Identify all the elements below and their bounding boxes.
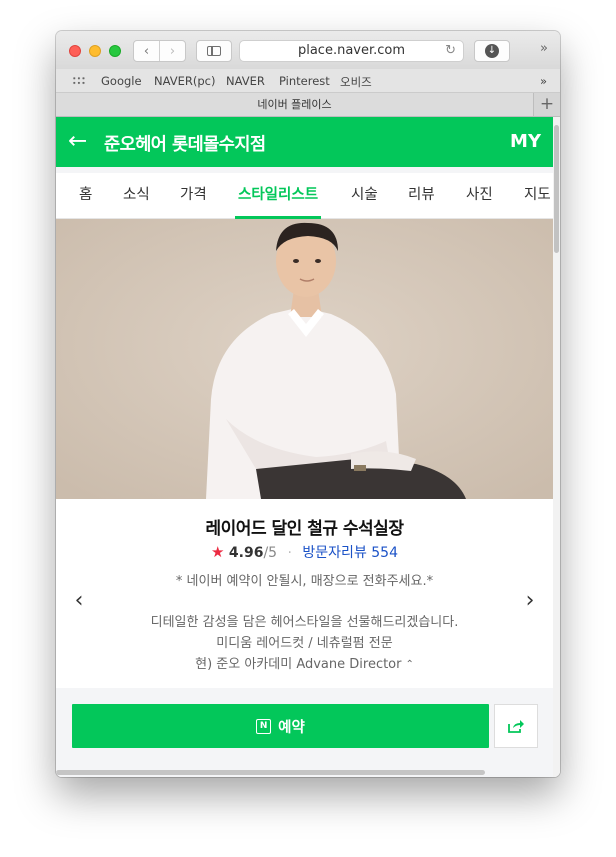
url-text: place.naver.com <box>297 43 406 58</box>
forward-nav-button[interactable]: › <box>160 44 185 59</box>
bookmark-naver[interactable]: NAVER <box>226 74 265 88</box>
tab-news[interactable]: 소식 <box>123 173 150 218</box>
vertical-scrollbar-thumb[interactable] <box>554 125 559 253</box>
back-arrow-icon[interactable]: ← <box>68 128 87 154</box>
place-tabs: 홈 소식 가격 스타일리스트 시술 리뷰 사진 지도 <box>56 173 553 219</box>
page-title: 준오헤어 롯데몰수지점 <box>104 135 266 155</box>
stylist-info: 레이어드 달인 철규 수석실장 ★ 4.96/5 · 방문자리뷰 554 * 네… <box>56 499 553 688</box>
tab-photo[interactable]: 사진 <box>466 173 493 218</box>
reload-icon[interactable]: ↻ <box>445 41 456 61</box>
stylist-name: 레이어드 달인 철규 수석실장 <box>205 519 404 539</box>
zoom-window-button[interactable] <box>109 45 121 57</box>
star-icon: ★ <box>210 543 225 561</box>
address-bar[interactable]: place.naver.com ↻ <box>239 40 464 62</box>
toolbar-overflow-icon[interactable]: » <box>540 41 548 56</box>
rating-row: ★ 4.96/5 · 방문자리뷰 554 <box>56 542 553 562</box>
browser-window: ‹ › place.naver.com ↻ ↓ » Google NAVER(p… <box>56 31 560 777</box>
tab-review[interactable]: 리뷰 <box>408 173 435 218</box>
stylist-photo <box>56 219 553 499</box>
grid-icon[interactable] <box>72 76 86 86</box>
reserve-button[interactable]: N 예약 <box>72 704 489 748</box>
back-nav-button[interactable]: ‹ <box>134 44 159 59</box>
tab-map[interactable]: 지도 <box>524 173 551 218</box>
tab-stylist[interactable]: 스타일리스트 <box>234 173 322 219</box>
download-icon: ↓ <box>485 44 499 58</box>
visitor-review-link[interactable]: 방문자리뷰 554 <box>302 545 398 561</box>
downloads-button[interactable]: ↓ <box>474 40 510 62</box>
vertical-scrollbar-track[interactable] <box>553 117 560 777</box>
tab-treatment[interactable]: 시술 <box>351 173 378 218</box>
share-button[interactable] <box>494 704 538 748</box>
description-line: 현) 준오 아카데미 Advane Director <box>195 657 402 672</box>
separator-dot: · <box>287 545 292 561</box>
tab-home[interactable]: 홈 <box>79 173 92 218</box>
calendar-icon: N <box>256 718 272 734</box>
bookmarks-bar: Google NAVER(pc) NAVER Pinterest 오비즈 » <box>56 69 560 93</box>
browser-tab[interactable]: 네이버 플레이스 <box>56 93 534 116</box>
description-line: 디테일한 감성을 담은 헤어스타일을 선물해드리겠습니다. <box>150 615 459 630</box>
web-viewport: ← 준오헤어 롯데몰수지점 MY 홈 소식 가격 스타일리스트 시술 리뷰 사진… <box>56 117 560 777</box>
place-header: ← 준오헤어 롯데몰수지점 MY <box>56 117 553 167</box>
description-line: 미디움 레어드컷 / 네츄럴펌 전문 <box>216 636 393 651</box>
tab-price[interactable]: 가격 <box>180 173 207 218</box>
bookmark-google[interactable]: Google <box>101 74 142 88</box>
my-button[interactable]: MY <box>510 131 541 152</box>
stylist-description: 디테일한 감성을 담은 헤어스타일을 선물해드리겠습니다. 미디움 레어드컷 /… <box>56 612 553 675</box>
bookmark-naver-pc[interactable]: NAVER(pc) <box>154 74 215 88</box>
collapse-chevron-up-icon[interactable]: ⌃ <box>405 654 413 675</box>
page-content: ← 준오헤어 롯데몰수지점 MY 홈 소식 가격 스타일리스트 시술 리뷰 사진… <box>56 117 553 777</box>
close-window-button[interactable] <box>69 45 81 57</box>
reservation-notice: * 네이버 예약이 안될시, 매장으로 전화주세요.* <box>175 574 434 589</box>
share-icon <box>508 720 524 733</box>
bookmark-pinterest[interactable]: Pinterest <box>279 74 330 88</box>
description-line-with-toggle: 현) 준오 아카데미 Advane Director ⌃ <box>56 654 553 675</box>
sidebar-toggle-button[interactable] <box>196 40 232 62</box>
horizontal-scrollbar[interactable] <box>56 770 485 775</box>
prev-stylist-arrow-icon[interactable]: ‹ <box>69 589 89 613</box>
calendar-letter: N <box>259 720 268 731</box>
reserve-label: 예약 <box>278 719 305 736</box>
rating-max: /5 <box>263 545 278 561</box>
bookmarks-overflow-icon[interactable]: » <box>540 74 547 88</box>
bookmark-obiz[interactable]: 오비즈 <box>340 74 372 90</box>
next-stylist-arrow-icon[interactable]: › <box>520 589 540 613</box>
browser-tab-bar: 네이버 플레이스 + <box>56 93 560 117</box>
history-nav: ‹ › <box>133 40 186 62</box>
new-tab-icon[interactable]: + <box>534 93 560 116</box>
minimize-window-button[interactable] <box>89 45 101 57</box>
rating-score: 4.96 <box>228 545 264 561</box>
browser-toolbar: ‹ › place.naver.com ↻ ↓ » <box>56 31 560 69</box>
stylist-portrait-illustration <box>56 219 553 499</box>
sidebar-icon <box>207 46 221 56</box>
